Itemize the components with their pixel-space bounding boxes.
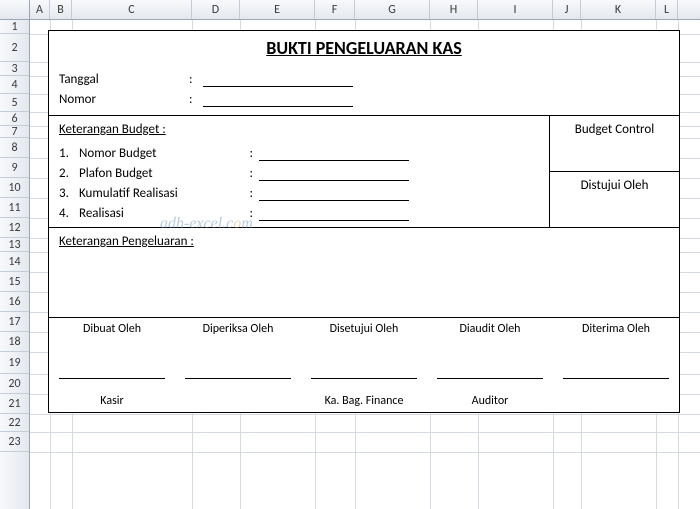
row-header-5[interactable]: 5	[0, 94, 29, 112]
budget-item-input-line[interactable]	[259, 207, 409, 221]
signature-role-bottom: Ka. Bag. Finance	[303, 394, 425, 410]
row-header-23[interactable]: 23	[0, 432, 29, 452]
signature-role-top: Diaudit Oleh	[429, 322, 551, 342]
signature-role-bottom	[177, 394, 299, 410]
row-header-4[interactable]: 4	[0, 76, 29, 94]
column-header-b[interactable]: B	[50, 0, 72, 19]
tanggal-label: Tanggal	[59, 72, 189, 87]
budget-item-row: 4.Realisasi:	[59, 201, 539, 221]
row-header-10[interactable]: 10	[0, 178, 29, 198]
column-header-e[interactable]: E	[240, 0, 315, 19]
signature-line[interactable]	[437, 378, 543, 379]
budget-item-label: Realisasi	[79, 206, 239, 221]
row-header-17[interactable]: 17	[0, 312, 29, 332]
signature-column: Diperiksa Oleh	[175, 318, 301, 412]
column-header-k[interactable]: K	[581, 0, 656, 19]
signature-role-top: Diperiksa Oleh	[177, 322, 299, 342]
signature-line[interactable]	[59, 378, 165, 379]
signature-column: Diterima Oleh	[553, 318, 679, 412]
column-header-l[interactable]: L	[656, 0, 678, 19]
row-header-15[interactable]: 15	[0, 272, 29, 292]
column-header-c[interactable]: C	[72, 0, 192, 19]
tanggal-input-line[interactable]	[203, 73, 353, 87]
signature-role-bottom: Auditor	[429, 394, 551, 410]
colon: :	[189, 92, 203, 107]
nomor-input-line[interactable]	[203, 93, 353, 107]
colon: :	[189, 72, 203, 87]
row-header-14[interactable]: 14	[0, 252, 29, 272]
row-header-8[interactable]: 8	[0, 138, 29, 158]
signature-role-bottom: Kasir	[51, 394, 173, 410]
row-header-19[interactable]: 19	[0, 352, 29, 374]
row-header-1[interactable]: 1	[0, 20, 29, 34]
budget-control-label: Budget Control	[550, 116, 679, 172]
signature-role-bottom	[555, 394, 677, 410]
keterangan-pengeluaran-label: Keterangan Pengeluaran :	[59, 234, 669, 249]
signature-block: Dibuat Oleh Kasir Diperiksa OlehDisetujui …	[49, 317, 679, 412]
budget-item-input-line[interactable]	[259, 147, 409, 161]
header-block: Tanggal : Nomor :	[49, 63, 679, 115]
nomor-label: Nomor	[59, 92, 189, 107]
signature-role-top: Dibuat Oleh	[51, 322, 173, 342]
row-header-12[interactable]: 12	[0, 218, 29, 238]
row-header-13[interactable]: 13	[0, 238, 29, 252]
row-header-22[interactable]: 22	[0, 414, 29, 432]
row-header-3[interactable]: 3	[0, 62, 29, 76]
budget-item-row: 3.Kumulatif Realisasi:	[59, 181, 539, 201]
signature-role-top: Diterima Oleh	[555, 322, 677, 342]
colon: :	[239, 186, 259, 201]
budget-item-label: Kumulatif Realisasi	[79, 186, 239, 201]
row-header-11[interactable]: 11	[0, 198, 29, 218]
column-header-i[interactable]: I	[478, 0, 553, 19]
colon: :	[239, 206, 259, 221]
row-header-7[interactable]: 7	[0, 126, 29, 138]
worksheet[interactable]: BUKTI PENGELUARAN KAS Tanggal : Nomor : …	[30, 20, 700, 509]
column-headers: ABCDEFGHIJKL	[0, 0, 700, 20]
budget-item-row: 2.Plafon Budget:	[59, 161, 539, 181]
column-header-a[interactable]: A	[30, 0, 50, 19]
budget-item-input-line[interactable]	[259, 167, 409, 181]
budget-item-label: Plafon Budget	[79, 166, 239, 181]
column-header-d[interactable]: D	[192, 0, 240, 19]
budget-item-no: 4.	[59, 206, 79, 221]
signature-column: Disetujui Oleh Ka. Bag. Finance	[301, 318, 427, 412]
budget-item-no: 2.	[59, 166, 79, 181]
form-title: BUKTI PENGELUARAN KAS	[49, 31, 679, 63]
signature-role-top: Disetujui Oleh	[303, 322, 425, 342]
column-header-g[interactable]: G	[355, 0, 430, 19]
column-header-f[interactable]: F	[315, 0, 355, 19]
row-headers: 1234567891011121314151617181920212223	[0, 20, 30, 509]
budget-item-no: 3.	[59, 186, 79, 201]
column-header-j[interactable]: J	[553, 0, 581, 19]
signature-line[interactable]	[185, 378, 291, 379]
budget-item-no: 1.	[59, 146, 79, 161]
signature-line[interactable]	[311, 378, 417, 379]
colon: :	[239, 146, 259, 161]
disetujui-oleh-label: Distujui Oleh	[550, 172, 679, 227]
budget-item-row: 1.Nomor Budget:	[59, 141, 539, 161]
row-header-18[interactable]: 18	[0, 332, 29, 352]
keterangan-budget-label: Keterangan Budget :	[59, 122, 539, 137]
colon: :	[239, 166, 259, 181]
budget-item-input-line[interactable]	[259, 187, 409, 201]
keterangan-pengeluaran-block: Keterangan Pengeluaran :	[49, 227, 679, 317]
row-header-2[interactable]: 2	[0, 34, 29, 62]
budget-block: Keterangan Budget : 1.Nomor Budget:2.Pla…	[49, 115, 679, 227]
budget-item-label: Nomor Budget	[79, 146, 239, 161]
row-header-9[interactable]: 9	[0, 158, 29, 178]
row-header-20[interactable]: 20	[0, 374, 29, 394]
form-bukti-pengeluaran: BUKTI PENGELUARAN KAS Tanggal : Nomor : …	[48, 30, 680, 413]
signature-column: Dibuat Oleh Kasir	[49, 318, 175, 412]
row-header-21[interactable]: 21	[0, 394, 29, 414]
row-header-16[interactable]: 16	[0, 292, 29, 312]
select-all-corner[interactable]	[0, 0, 30, 19]
column-header-h[interactable]: H	[430, 0, 478, 19]
signature-column: Diaudit Oleh Auditor	[427, 318, 553, 412]
signature-line[interactable]	[563, 378, 669, 379]
